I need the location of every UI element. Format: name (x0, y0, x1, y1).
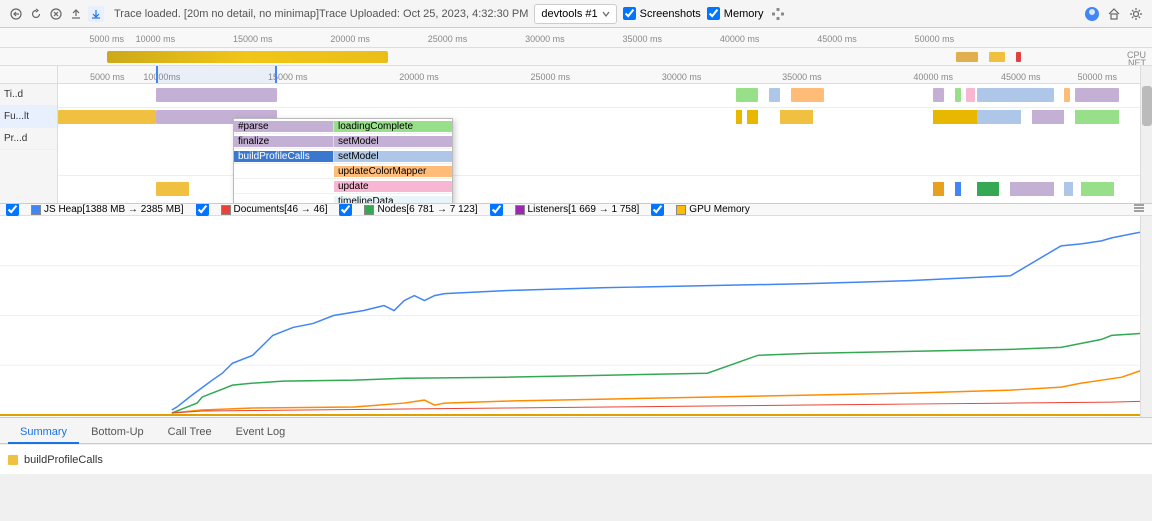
nodes-checkbox[interactable] (339, 203, 352, 216)
flame-cell: update (334, 181, 452, 192)
profile-icon[interactable] (1084, 6, 1100, 22)
documents-checkbox[interactable] (196, 203, 209, 216)
topbar: Trace loaded. [20m no detail, no minimap… (0, 0, 1152, 28)
overview-strip[interactable]: CPU NET (0, 48, 1152, 66)
reload-button[interactable] (28, 6, 44, 22)
net-label: NET (1128, 58, 1146, 66)
flame-cell: setModel (334, 151, 452, 162)
flame-cell: loadingComplete (334, 121, 452, 132)
bottom-panel: buildProfileCalls (0, 444, 1152, 474)
download-button[interactable] (88, 6, 104, 22)
bottom-tabs: Summary Bottom-Up Call Tree Event Log (0, 418, 1152, 444)
nodes-legend: Nodes[6 781 → 7 123] (364, 204, 477, 215)
tab-name: devtools #1 (541, 8, 597, 20)
flame-cell: timelineData (334, 196, 452, 204)
chevron-down-icon (602, 10, 610, 18)
screenshots-checkbox[interactable]: Screenshots (623, 7, 701, 20)
tab-bottom-up[interactable]: Bottom-Up (79, 422, 156, 444)
stop-button[interactable] (48, 6, 64, 22)
tab-selector[interactable]: devtools #1 (534, 4, 616, 24)
screenshots-check[interactable] (623, 7, 636, 20)
track-label-tid: Ti..d (0, 84, 57, 106)
flame-cell-selected: buildProfileCalls (234, 151, 334, 162)
js-heap-checkbox[interactable] (6, 203, 19, 216)
track-label-full: Fu...lt (0, 106, 57, 128)
ruler-top: 5000 ms 10000 ms 15000 ms 20000 ms 25000… (0, 28, 1152, 48)
tab-event-log[interactable]: Event Log (224, 422, 298, 444)
js-heap-legend: JS Heap[1388 MB → 2385 MB] (31, 204, 184, 215)
home-icon[interactable] (1106, 6, 1122, 22)
chart-svg (0, 216, 1152, 417)
listeners-label: Listeners[1 669 → 1 758] (528, 204, 640, 215)
documents-label: Documents[46 → 46] (234, 204, 328, 215)
gpu-label: GPU Memory (689, 204, 750, 215)
flame-popup: #parse loadingComplete finalize setModel… (233, 118, 453, 203)
flame-cell: setModel (334, 136, 452, 147)
tab-summary[interactable]: Summary (8, 422, 79, 444)
screenshots-label: Screenshots (640, 8, 701, 20)
memory-checkbox[interactable]: Memory (707, 7, 764, 20)
upload-button[interactable] (68, 6, 84, 22)
track-labels: Ti..d Fu...lt Pr...d (0, 66, 58, 203)
documents-legend: Documents[46 → 46] (221, 204, 328, 215)
nodes-label: Nodes[6 781 → 7 123] (377, 204, 477, 215)
listeners-checkbox[interactable] (490, 203, 503, 216)
gpu-checkbox[interactable] (651, 203, 664, 216)
back-button[interactable] (8, 6, 24, 22)
listeners-legend: Listeners[1 669 → 1 758] (515, 204, 640, 215)
trace-info: Trace loaded. [20m no detail, no minimap… (114, 8, 528, 20)
memory-chart[interactable] (0, 216, 1152, 418)
settings-icon (770, 6, 786, 22)
flame-cell: #parse (234, 121, 334, 132)
trace-main: Ti..d Fu...lt Pr...d 5000 ms 10000ms 150… (0, 66, 1152, 204)
chart-scrollbar[interactable] (1140, 216, 1152, 417)
function-indicator (8, 455, 18, 465)
vertical-scrollbar[interactable] (1140, 66, 1152, 203)
js-heap-label: JS Heap[1388 MB → 2385 MB] (44, 204, 184, 215)
memory-check[interactable] (707, 7, 720, 20)
flame-cell: updateColorMapper (334, 166, 452, 177)
gpu-legend: GPU Memory (676, 204, 750, 215)
gear-icon[interactable] (1128, 6, 1144, 22)
memory-legend: JS Heap[1388 MB → 2385 MB] Documents[46 … (0, 204, 1152, 216)
memory-label: Memory (724, 8, 764, 20)
function-label: buildProfileCalls (24, 454, 103, 466)
flame-cell: finalize (234, 136, 334, 147)
toolbar-icons (8, 6, 104, 22)
tab-call-tree[interactable]: Call Tree (156, 422, 224, 444)
trace-content[interactable]: 5000 ms 10000ms 15000 ms 20000 ms 25000 … (58, 66, 1152, 203)
track-label-prod: Pr...d (0, 128, 57, 150)
